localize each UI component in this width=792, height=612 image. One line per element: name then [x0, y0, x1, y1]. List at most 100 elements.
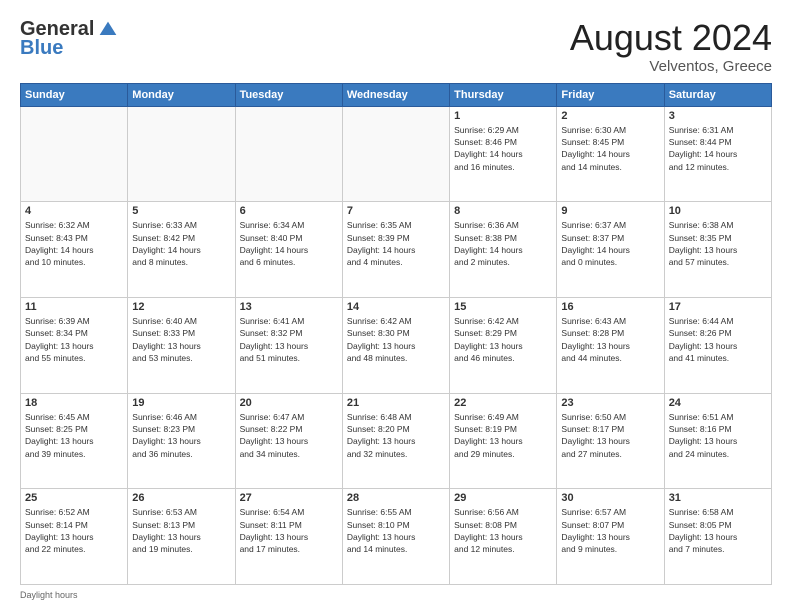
logo-blue: Blue	[20, 37, 63, 60]
day-info: Sunrise: 6:40 AMSunset: 8:33 PMDaylight:…	[132, 315, 230, 364]
col-header-friday: Friday	[557, 83, 664, 106]
day-cell: 13 Sunrise: 6:41 AMSunset: 8:32 PMDayligh…	[235, 297, 342, 393]
day-info: Sunrise: 6:43 AMSunset: 8:28 PMDaylight:…	[561, 315, 659, 364]
day-info: Sunrise: 6:54 AMSunset: 8:11 PMDaylight:…	[240, 506, 338, 555]
calendar: SundayMondayTuesdayWednesdayThursdayFrid…	[20, 83, 772, 585]
day-cell: 30Sunrise: 6:57 AMSunset: 8:07 PMDayligh…	[557, 489, 664, 585]
day-number: 18	[25, 397, 123, 409]
day-cell: 24 Sunrise: 6:51 AMSunset: 8:16 PMDayligh…	[664, 393, 771, 489]
page: General Blue August 2024 Velventos, Gree…	[0, 0, 792, 612]
day-number: 2	[561, 110, 659, 122]
day-cell: 18 Sunrise: 6:45 AMSunset: 8:25 PMDayligh…	[21, 393, 128, 489]
day-info: Sunrise: 6:42 AMSunset: 8:30 PMDaylight:…	[347, 315, 445, 364]
day-cell	[128, 106, 235, 202]
day-cell: 16 Sunrise: 6:43 AMSunset: 8:28 PMDayligh…	[557, 297, 664, 393]
day-number: 27	[240, 492, 338, 504]
day-info: Sunrise: 6:55 AMSunset: 8:10 PMDaylight:…	[347, 506, 445, 555]
day-cell: 8 Sunrise: 6:36 AMSunset: 8:38 PMDaylight…	[450, 202, 557, 298]
day-cell: 6 Sunrise: 6:34 AMSunset: 8:40 PMDaylight…	[235, 202, 342, 298]
day-cell: 7 Sunrise: 6:35 AMSunset: 8:39 PMDaylight…	[342, 202, 449, 298]
day-info: Sunrise: 6:30 AMSunset: 8:45 PMDaylight:…	[561, 124, 659, 173]
day-cell: 21 Sunrise: 6:48 AMSunset: 8:20 PMDayligh…	[342, 393, 449, 489]
day-info: Sunrise: 6:34 AMSunset: 8:40 PMDaylight:…	[240, 219, 338, 268]
day-info: Sunrise: 6:44 AMSunset: 8:26 PMDaylight:…	[669, 315, 767, 364]
day-info: Sunrise: 6:41 AMSunset: 8:32 PMDaylight:…	[240, 315, 338, 364]
day-info: Sunrise: 6:31 AMSunset: 8:44 PMDaylight:…	[669, 124, 767, 173]
day-number: 10	[669, 205, 767, 217]
day-cell: 2 Sunrise: 6:30 AMSunset: 8:45 PMDaylight…	[557, 106, 664, 202]
day-number: 8	[454, 205, 552, 217]
week-row: 18 Sunrise: 6:45 AMSunset: 8:25 PMDayligh…	[21, 393, 772, 489]
day-number: 6	[240, 205, 338, 217]
day-number: 7	[347, 205, 445, 217]
logo-icon	[98, 20, 118, 40]
day-cell: 22Sunrise: 6:49 AMSunset: 8:19 PMDayligh…	[450, 393, 557, 489]
week-row: 4Sunrise: 6:32 AMSunset: 8:43 PMDaylight…	[21, 202, 772, 298]
header: General Blue August 2024 Velventos, Gree…	[20, 18, 772, 75]
day-number: 14	[347, 301, 445, 313]
day-info: Sunrise: 6:53 AMSunset: 8:13 PMDaylight:…	[132, 506, 230, 555]
day-info: Sunrise: 6:39 AMSunset: 8:34 PMDaylight:…	[25, 315, 123, 364]
week-row: 11Sunrise: 6:39 AMSunset: 8:34 PMDayligh…	[21, 297, 772, 393]
day-info: Sunrise: 6:32 AMSunset: 8:43 PMDaylight:…	[25, 219, 123, 268]
day-number: 1	[454, 110, 552, 122]
day-number: 24	[669, 397, 767, 409]
logo: General Blue	[20, 18, 118, 60]
header-row: SundayMondayTuesdayWednesdayThursdayFrid…	[21, 83, 772, 106]
day-info: Sunrise: 6:51 AMSunset: 8:16 PMDaylight:…	[669, 411, 767, 460]
day-info: Sunrise: 6:35 AMSunset: 8:39 PMDaylight:…	[347, 219, 445, 268]
day-info: Sunrise: 6:38 AMSunset: 8:35 PMDaylight:…	[669, 219, 767, 268]
footer: Daylight hours	[20, 590, 772, 600]
day-info: Sunrise: 6:48 AMSunset: 8:20 PMDaylight:…	[347, 411, 445, 460]
col-header-saturday: Saturday	[664, 83, 771, 106]
day-cell: 5Sunrise: 6:33 AMSunset: 8:42 PMDaylight…	[128, 202, 235, 298]
day-info: Sunrise: 6:52 AMSunset: 8:14 PMDaylight:…	[25, 506, 123, 555]
day-cell: 3Sunrise: 6:31 AMSunset: 8:44 PMDaylight…	[664, 106, 771, 202]
day-cell: 27 Sunrise: 6:54 AMSunset: 8:11 PMDayligh…	[235, 489, 342, 585]
day-cell: 28 Sunrise: 6:55 AMSunset: 8:10 PMDayligh…	[342, 489, 449, 585]
day-number: 12	[132, 301, 230, 313]
day-number: 17	[669, 301, 767, 313]
day-info: Sunrise: 6:49 AMSunset: 8:19 PMDaylight:…	[454, 411, 552, 460]
day-info: Sunrise: 6:46 AMSunset: 8:23 PMDaylight:…	[132, 411, 230, 460]
day-cell	[21, 106, 128, 202]
week-row: 25 Sunrise: 6:52 AMSunset: 8:14 PMDayligh…	[21, 489, 772, 585]
week-row: 1 Sunrise: 6:29 AMSunset: 8:46 PMDaylight…	[21, 106, 772, 202]
day-number: 28	[347, 492, 445, 504]
day-cell: 20Sunrise: 6:47 AMSunset: 8:22 PMDayligh…	[235, 393, 342, 489]
day-cell: 23Sunrise: 6:50 AMSunset: 8:17 PMDayligh…	[557, 393, 664, 489]
col-header-wednesday: Wednesday	[342, 83, 449, 106]
day-number: 15	[454, 301, 552, 313]
day-cell: 29 Sunrise: 6:56 AMSunset: 8:08 PMDayligh…	[450, 489, 557, 585]
day-number: 16	[561, 301, 659, 313]
day-number: 9	[561, 205, 659, 217]
day-cell: 11Sunrise: 6:39 AMSunset: 8:34 PMDayligh…	[21, 297, 128, 393]
day-info: Sunrise: 6:50 AMSunset: 8:17 PMDaylight:…	[561, 411, 659, 460]
day-info: Sunrise: 6:56 AMSunset: 8:08 PMDaylight:…	[454, 506, 552, 555]
day-cell: 12 Sunrise: 6:40 AMSunset: 8:33 PMDayligh…	[128, 297, 235, 393]
day-info: Sunrise: 6:58 AMSunset: 8:05 PMDaylight:…	[669, 506, 767, 555]
day-cell: 17 Sunrise: 6:44 AMSunset: 8:26 PMDayligh…	[664, 297, 771, 393]
day-cell: 1 Sunrise: 6:29 AMSunset: 8:46 PMDaylight…	[450, 106, 557, 202]
day-cell: 31 Sunrise: 6:58 AMSunset: 8:05 PMDayligh…	[664, 489, 771, 585]
col-header-sunday: Sunday	[21, 83, 128, 106]
day-cell: 14 Sunrise: 6:42 AMSunset: 8:30 PMDayligh…	[342, 297, 449, 393]
day-number: 29	[454, 492, 552, 504]
day-info: Sunrise: 6:47 AMSunset: 8:22 PMDaylight:…	[240, 411, 338, 460]
day-info: Sunrise: 6:36 AMSunset: 8:38 PMDaylight:…	[454, 219, 552, 268]
day-cell: 10 Sunrise: 6:38 AMSunset: 8:35 PMDayligh…	[664, 202, 771, 298]
day-info: Sunrise: 6:29 AMSunset: 8:46 PMDaylight:…	[454, 124, 552, 173]
day-number: 13	[240, 301, 338, 313]
day-number: 19	[132, 397, 230, 409]
day-number: 31	[669, 492, 767, 504]
day-number: 25	[25, 492, 123, 504]
day-info: Sunrise: 6:37 AMSunset: 8:37 PMDaylight:…	[561, 219, 659, 268]
day-cell: 4Sunrise: 6:32 AMSunset: 8:43 PMDaylight…	[21, 202, 128, 298]
month-title: August 2024	[570, 18, 772, 58]
day-cell: 9 Sunrise: 6:37 AMSunset: 8:37 PMDaylight…	[557, 202, 664, 298]
day-cell: 15Sunrise: 6:42 AMSunset: 8:29 PMDayligh…	[450, 297, 557, 393]
title-block: August 2024 Velventos, Greece	[570, 18, 772, 75]
day-cell: 25 Sunrise: 6:52 AMSunset: 8:14 PMDayligh…	[21, 489, 128, 585]
day-info: Sunrise: 6:45 AMSunset: 8:25 PMDaylight:…	[25, 411, 123, 460]
day-number: 21	[347, 397, 445, 409]
